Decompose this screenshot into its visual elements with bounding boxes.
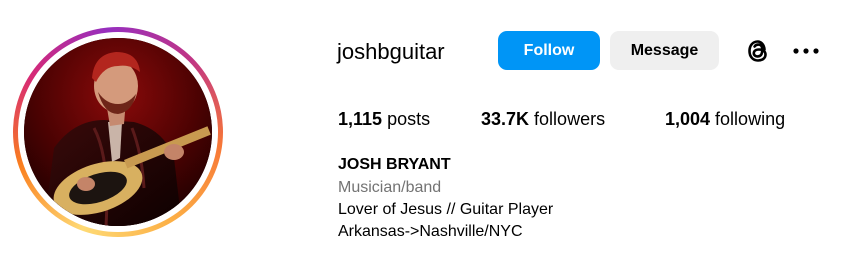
followers-label: followers [529,109,606,129]
username: joshbguitar [337,39,445,64]
followers-number: 33.7K [481,109,530,129]
following-label: following [710,109,786,129]
more-options-icon[interactable] [790,37,822,65]
followers-link[interactable]: 33.7K followers [481,106,605,132]
following-link[interactable]: 1,004 following [665,106,785,132]
follow-button[interactable]: Follow [498,31,600,70]
following-number: 1,004 [665,109,711,129]
avatar-photo [24,38,212,226]
message-button[interactable]: Message [610,31,719,70]
posts-count: 1,115 posts [338,106,430,132]
posts-label: posts [382,109,431,129]
guitarist-photo-image [24,38,212,226]
bio-line: Lover of Jesus // Guitar Player [338,201,554,218]
full-name: JOSH BRYANT [338,156,451,173]
profile-avatar[interactable] [13,27,223,237]
bio-line: Arkansas->Nashville/NYC [338,223,523,240]
threads-icon[interactable] [744,36,772,66]
posts-number: 1,115 [338,109,383,129]
category-label: Musician/band [338,179,442,196]
